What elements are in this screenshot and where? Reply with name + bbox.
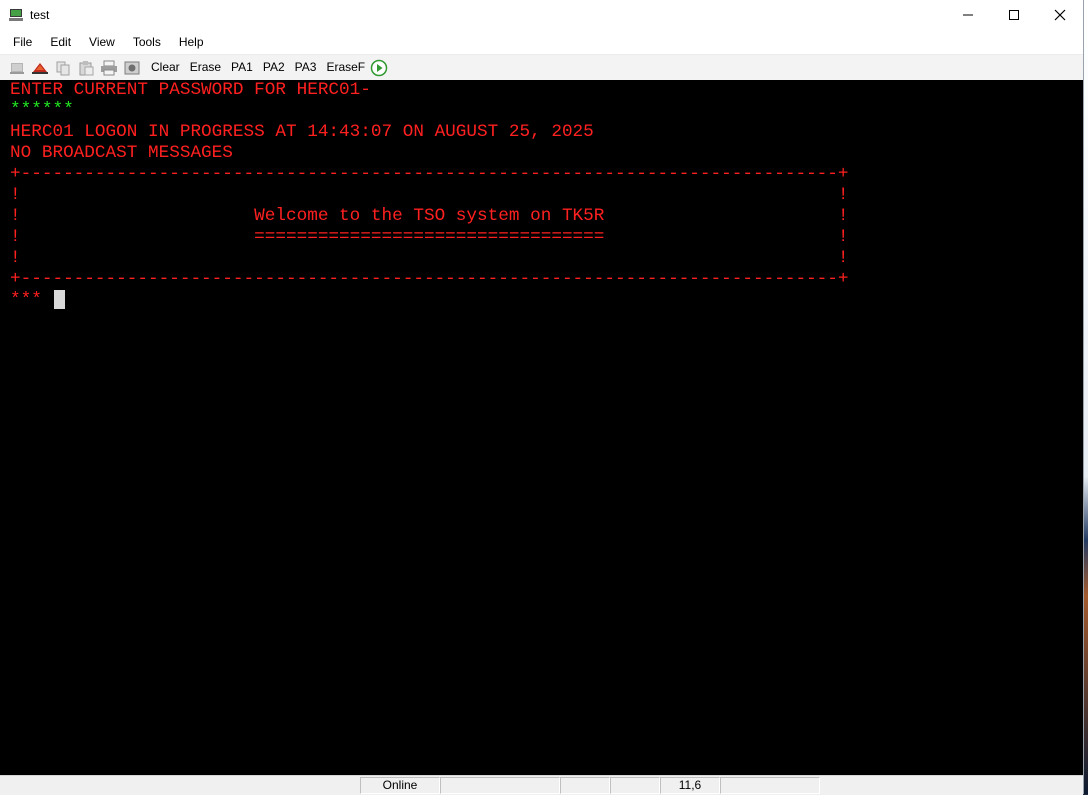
connect-icon[interactable]: [31, 59, 49, 77]
menu-edit[interactable]: Edit: [41, 30, 80, 54]
copy-icon[interactable]: [54, 59, 72, 77]
desktop-background: [1084, 0, 1088, 794]
erasef-button[interactable]: EraseF: [321, 55, 370, 80]
toolbar: Clear Erase PA1 PA2 PA3 EraseF: [0, 54, 1083, 81]
minimize-icon: [963, 14, 973, 16]
banner-top-border: +---------------------------------------…: [10, 164, 849, 184]
status-bar: Online 11,6: [0, 775, 1083, 795]
paste-icon[interactable]: [77, 59, 95, 77]
password-mask: ******: [10, 100, 74, 120]
terminal-line-prompt: ENTER CURRENT PASSWORD FOR HERC01-: [10, 80, 371, 100]
status-panel-empty: [720, 777, 820, 794]
pa2-button[interactable]: PA2: [258, 55, 290, 80]
menu-view[interactable]: View: [80, 30, 124, 54]
erase-button[interactable]: Erase: [185, 55, 226, 80]
pa1-button[interactable]: PA1: [226, 55, 258, 80]
banner-underline: ! ================================= !: [10, 227, 849, 247]
close-icon: [1054, 9, 1066, 21]
terminal-screen[interactable]: ENTER CURRENT PASSWORD FOR HERC01- *****…: [0, 80, 1083, 775]
terminal-line-asterisks: ***: [10, 290, 42, 310]
menu-file[interactable]: File: [4, 30, 41, 54]
disconnect-icon[interactable]: [8, 59, 26, 77]
menu-bar: File Edit View Tools Help: [0, 30, 1083, 54]
close-button[interactable]: [1037, 0, 1083, 30]
screenshot-icon[interactable]: [123, 59, 141, 77]
app-window: test File Edit View Tools Help Clear Era…: [0, 0, 1084, 795]
maximize-button[interactable]: [991, 0, 1037, 30]
print-icon[interactable]: [100, 59, 118, 77]
terminal-line-logon: HERC01 LOGON IN PROGRESS AT 14:43:07 ON …: [10, 122, 594, 142]
window-title: test: [30, 8, 50, 22]
status-panel-empty: [560, 777, 610, 794]
cursor-position: 11,6: [660, 777, 720, 794]
terminal-app-icon: [8, 7, 24, 23]
connection-status: Online: [360, 777, 440, 794]
title-bar[interactable]: test: [0, 0, 1083, 30]
pa3-button[interactable]: PA3: [290, 55, 322, 80]
status-panel-empty: [440, 777, 560, 794]
minimize-button[interactable]: [945, 0, 991, 30]
menu-tools[interactable]: Tools: [124, 30, 170, 54]
banner-side-line: ! !: [10, 248, 849, 268]
banner-bottom-border: +---------------------------------------…: [10, 269, 849, 289]
terminal-line-broadcast: NO BROADCAST MESSAGES: [10, 143, 233, 163]
status-panel-empty: [610, 777, 660, 794]
menu-help[interactable]: Help: [170, 30, 213, 54]
maximize-icon: [1009, 10, 1019, 20]
banner-welcome-line: ! Welcome to the TSO system on TK5R !: [10, 206, 849, 226]
play-icon[interactable]: [370, 59, 388, 77]
clear-button[interactable]: Clear: [146, 55, 185, 80]
terminal-cursor: [54, 290, 65, 309]
banner-side-line: ! !: [10, 185, 849, 205]
